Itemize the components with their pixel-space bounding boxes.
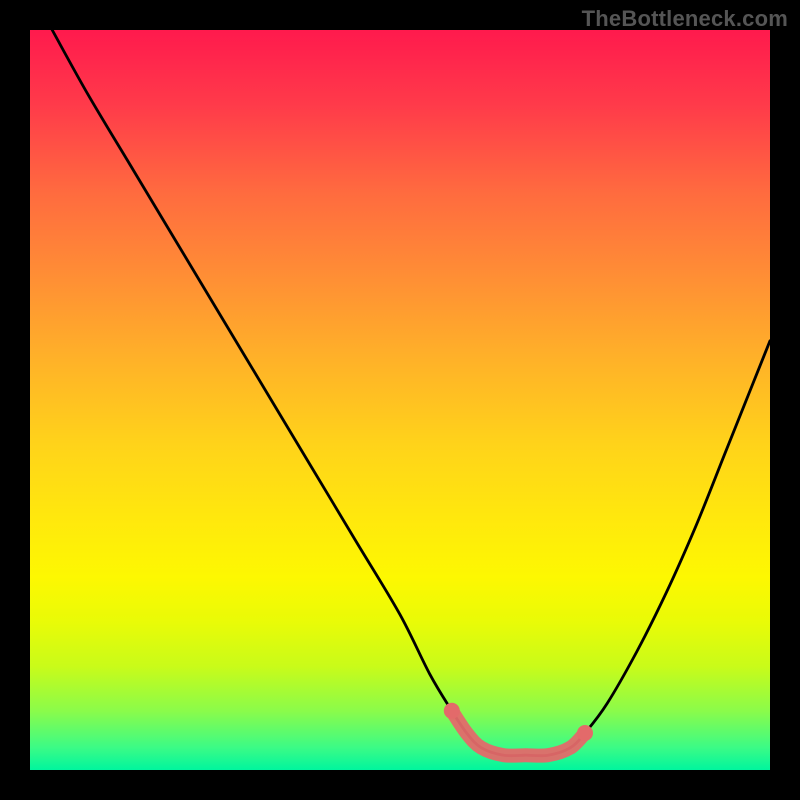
plot-area	[30, 30, 770, 770]
highlight-endpoint-left	[444, 703, 460, 719]
highlight-endpoint-right	[577, 725, 593, 741]
curve-svg	[30, 30, 770, 770]
watermark-text: TheBottleneck.com	[582, 6, 788, 32]
chart-container: TheBottleneck.com	[0, 0, 800, 800]
bottom-highlight	[452, 711, 585, 756]
bottleneck-curve	[52, 30, 770, 756]
